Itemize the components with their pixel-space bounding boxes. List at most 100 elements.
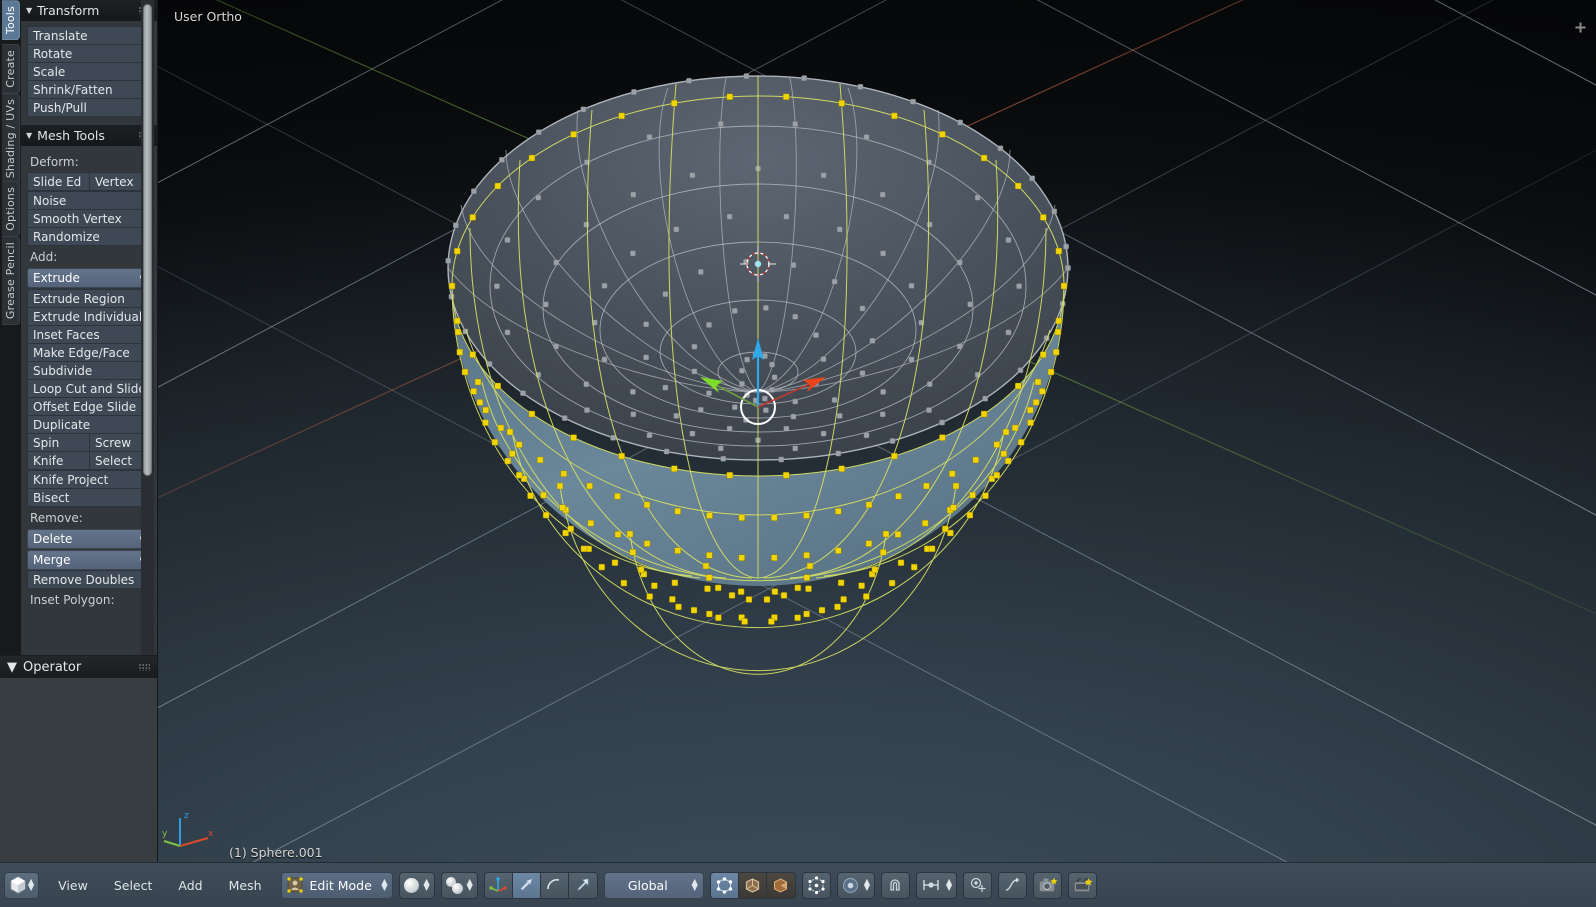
manipulator-toggle-button[interactable]: [484, 872, 513, 898]
interaction-mode-selector[interactable]: Edit Mode ▲ ▼: [280, 871, 393, 899]
occlude-geometry-button[interactable]: [801, 871, 831, 899]
axis-gizmo: z y x: [162, 811, 214, 847]
3d-viewport[interactable]: User Ortho (1) Sphere.001 z y x: [0, 0, 1596, 862]
knife-select-row: Knife Select: [27, 451, 152, 470]
render-image-button[interactable]: [1033, 871, 1063, 899]
proportional-falloff-icon: [1005, 877, 1020, 891]
shrink-fatten-button[interactable]: Shrink/Fatten: [27, 80, 152, 99]
randomize-button[interactable]: Randomize: [27, 227, 152, 246]
slide-edge-button[interactable]: Slide Ed: [27, 172, 90, 191]
offset-edge-slide-button[interactable]: Offset Edge Slide: [27, 397, 152, 416]
sidebar-tab-grease-pencil[interactable]: Grease Pencil: [2, 236, 20, 326]
axis-label-y: y: [162, 829, 168, 839]
knife-button-stack: Knife Project Bisect: [27, 470, 152, 507]
snap-target-icon: [923, 880, 939, 890]
rotate-arc-icon: [547, 878, 560, 890]
pivot-point-icon: [842, 877, 858, 893]
inset-faces-button[interactable]: Inset Faces: [27, 325, 152, 344]
noise-button[interactable]: Noise: [27, 191, 152, 210]
menu-add[interactable]: Add: [165, 872, 215, 899]
push-pull-button[interactable]: Push/Pull: [27, 98, 152, 117]
proportional-falloff-button[interactable]: [998, 871, 1028, 899]
merge-dropdown-label: Merge: [33, 553, 71, 567]
panel-header-operator[interactable]: ▼ Operator: [0, 656, 157, 678]
menu-select[interactable]: Select: [101, 872, 166, 899]
chevron-down-icon: ▼: [26, 130, 33, 140]
extrude-dropdown[interactable]: Extrude ▲▼: [27, 268, 152, 288]
vertex-select-mode-button[interactable]: [710, 872, 739, 898]
panel-title-transform: Transform: [37, 3, 100, 18]
delete-dropdown[interactable]: Delete ▲▼: [27, 529, 152, 549]
transform-orientation-selector[interactable]: Global ▲ ▼: [603, 871, 704, 899]
knife-project-button[interactable]: Knife Project: [27, 470, 152, 489]
chevron-updown-icon: ▲▼: [423, 877, 430, 892]
active-object-name: (1) Sphere.001: [229, 845, 323, 860]
panel-header-transform[interactable]: ▼ Transform: [21, 0, 157, 21]
snap-target-selector[interactable]: ▲ ▼: [915, 871, 958, 899]
bisect-button[interactable]: Bisect: [27, 488, 152, 507]
transform-button-stack: Translate Rotate Scale Shrink/Fatten Pus…: [27, 26, 152, 117]
panel-title-mesh-tools: Mesh Tools: [37, 128, 105, 143]
deform-button-stack: Noise Smooth Vertex Randomize: [27, 191, 152, 246]
axis-label-x: x: [208, 829, 214, 839]
chevron-updown-icon: ▲▼: [691, 877, 698, 892]
manipulator-rotate-button[interactable]: [540, 872, 569, 898]
face-select-mode-button[interactable]: [766, 872, 795, 898]
mesh-select-mode-group: [709, 871, 796, 899]
knife-button[interactable]: Knife: [27, 451, 90, 470]
tool-shelf-scrollbar-thumb[interactable]: [143, 4, 152, 476]
loop-cut-and-slide-button[interactable]: Loop Cut and Slide: [27, 379, 152, 398]
manipulator-scale-button[interactable]: [568, 872, 597, 898]
object-draw-type-selector[interactable]: ▲ ▼: [440, 871, 478, 899]
render-animation-button[interactable]: [1068, 871, 1098, 899]
plus-icon[interactable]: [1575, 22, 1586, 33]
scale-button[interactable]: Scale: [27, 62, 152, 81]
panel-header-mesh-tools[interactable]: ▼ Mesh Tools: [21, 125, 157, 146]
subdivide-button[interactable]: Subdivide: [27, 361, 152, 380]
chevron-updown-icon: ▲▼: [863, 877, 870, 892]
duplicate-button[interactable]: Duplicate: [27, 415, 152, 434]
smooth-vertex-button[interactable]: Smooth Vertex: [27, 209, 152, 228]
deform-slide-row: Slide Ed Vertex: [27, 172, 152, 191]
render-camera-icon: [1038, 877, 1058, 892]
pivot-point-selector[interactable]: ▲ ▼: [836, 871, 875, 899]
axis-label-z: z: [184, 811, 189, 821]
extrude-dropdown-label: Extrude: [33, 271, 80, 285]
operator-panel: ▼ Operator: [0, 655, 157, 862]
sidebar-tab-options[interactable]: Options: [2, 181, 20, 237]
viewport-shading-selector[interactable]: ▲ ▼: [398, 871, 435, 899]
chevron-updown-icon: ▲▼: [381, 877, 388, 892]
sidebar-tab-create[interactable]: Create: [2, 44, 20, 94]
translate-arrow-icon: [520, 878, 533, 891]
edge-select-mode-button[interactable]: [738, 872, 767, 898]
extrude-individual-button[interactable]: Extrude Individual: [27, 307, 152, 326]
tool-shelf-scroll-area[interactable]: ▼ Transform Translate Rotate Scale Shrin…: [21, 0, 157, 655]
manipulator-translate-button[interactable]: [512, 872, 541, 898]
translate-button[interactable]: Translate: [27, 26, 152, 45]
chevron-updown-icon: ▲▼: [466, 877, 473, 892]
chevron-updown-icon: ▲▼: [28, 877, 35, 892]
proportional-edit-button[interactable]: [963, 871, 993, 899]
make-edge-face-button[interactable]: Make Edge/Face: [27, 343, 152, 362]
face-select-mode-icon: [774, 877, 788, 893]
snap-toggle-button[interactable]: [880, 871, 910, 899]
sidebar-tab-shading-uvs[interactable]: Shading / UVs: [2, 93, 20, 185]
menu-view[interactable]: View: [45, 872, 101, 899]
spin-button[interactable]: Spin: [27, 433, 90, 452]
material-preview-icon: [445, 877, 463, 894]
solid-shading-icon: [403, 877, 419, 893]
blender-window: User Ortho (1) Sphere.001 z y x ▼ Transf…: [0, 0, 1596, 907]
panel-grip-icon[interactable]: [139, 664, 150, 671]
rotate-button[interactable]: Rotate: [27, 44, 152, 63]
transform-orientation-label: Global: [627, 877, 668, 893]
label-add: Add:: [30, 250, 58, 264]
remove-doubles-button[interactable]: Remove Doubles: [27, 570, 152, 589]
merge-dropdown[interactable]: Merge ▲▼: [27, 550, 152, 570]
sidebar-tab-tools[interactable]: Tools: [2, 0, 20, 41]
editor-type-selector[interactable]: ▲ ▼: [4, 871, 40, 899]
chevron-down-icon: ▼: [26, 5, 33, 15]
spin-screw-row: Spin Screw: [27, 433, 152, 452]
menu-mesh[interactable]: Mesh: [216, 872, 275, 899]
extrude-region-button[interactable]: Extrude Region: [27, 289, 152, 308]
mesh-object-sphere[interactable]: [0, 0, 1596, 862]
